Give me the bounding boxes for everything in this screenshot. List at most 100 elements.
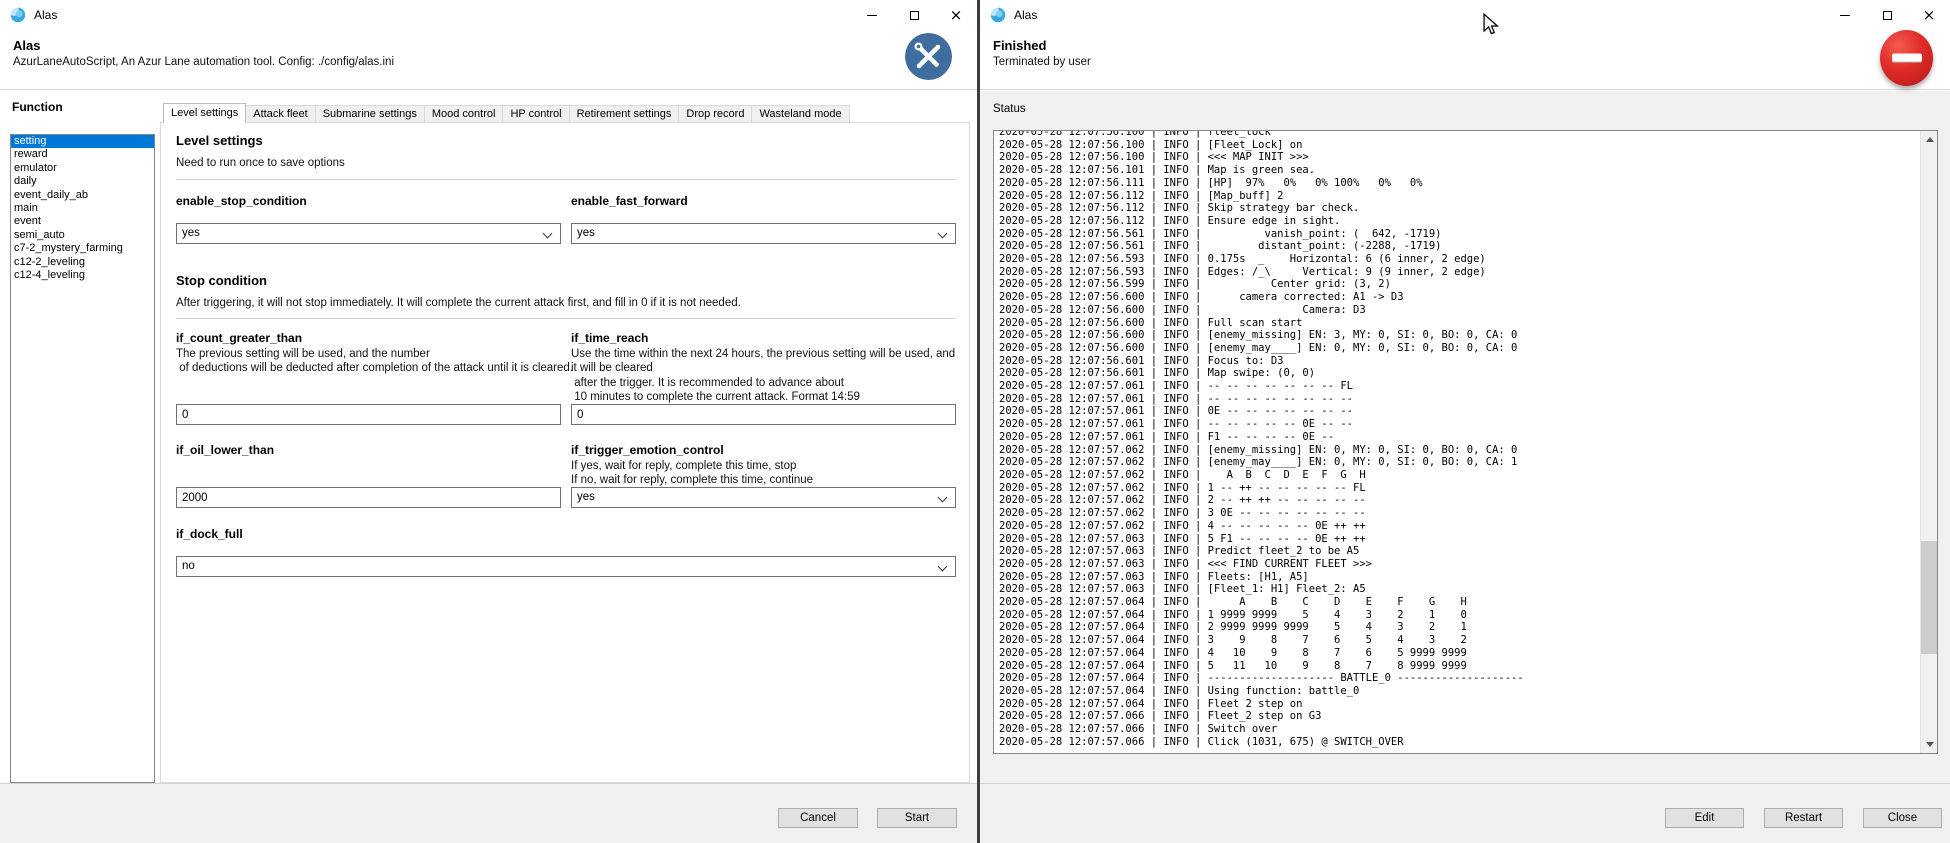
cancel-button[interactable]: Cancel — [778, 808, 858, 828]
log-line: 2020-05-28 12:07:56.111 | INFO | [HP] 97… — [999, 177, 1919, 190]
log-line: 2020-05-28 12:07:56.593 | INFO | Edges: … — [999, 266, 1919, 279]
screen: Alas × Alas AzurLaneAutoScript, An Azur … — [0, 0, 1950, 843]
function-list-item[interactable]: setting — [11, 135, 154, 148]
function-list-item[interactable]: c12-4_leveling — [11, 269, 154, 282]
function-list-item[interactable]: emulator — [11, 162, 154, 175]
status-log-box[interactable]: 2020-05-28 12:07:56.100 | INFO | fleet_l… — [993, 130, 1938, 754]
if-oil-lower-than-label: if_oil_lower_than — [176, 443, 274, 457]
log-line: 2020-05-28 12:07:57.066 | INFO | Fleet_2… — [999, 710, 1919, 723]
scrollbar-thumb[interactable] — [1921, 541, 1938, 654]
mouse-cursor — [1482, 13, 1500, 35]
log-line: 2020-05-28 12:07:56.600 | INFO | camera … — [999, 291, 1919, 304]
log-line: 2020-05-28 12:07:57.064 | INFO | 5 11 10… — [999, 660, 1919, 673]
function-list-item[interactable]: c12-2_leveling — [11, 256, 154, 269]
log-line: 2020-05-28 12:07:56.600 | INFO | [enemy_… — [999, 342, 1919, 355]
function-list-item[interactable]: event_daily_ab — [11, 189, 154, 202]
log-line: 2020-05-28 12:07:57.064 | INFO | 3 9 8 7… — [999, 634, 1919, 647]
function-list-item[interactable]: reward — [11, 148, 154, 161]
function-list-item[interactable]: daily — [11, 175, 154, 188]
left-window: Alas × Alas AzurLaneAutoScript, An Azur … — [0, 0, 977, 843]
chevron-down-icon — [938, 562, 948, 572]
log-line: 2020-05-28 12:07:57.062 | INFO | 2 -- ++… — [999, 494, 1919, 507]
if-time-reach-input[interactable] — [571, 404, 956, 425]
log-line: 2020-05-28 12:07:57.061 | INFO | F1 -- -… — [999, 431, 1919, 444]
enable-stop-condition-select[interactable]: yes — [176, 223, 561, 244]
window-title: Alas — [1014, 0, 1037, 30]
function-list-item[interactable]: main — [11, 202, 154, 215]
maximize-icon — [1883, 11, 1892, 20]
left-titlebar: Alas × — [0, 0, 977, 30]
tab[interactable]: Attack fleet — [246, 105, 315, 123]
close-icon: × — [1923, 8, 1936, 23]
log-line: 2020-05-28 12:07:57.063 | INFO | <<< FIN… — [999, 558, 1919, 571]
enable-fast-forward-label: enable_fast_forward — [571, 194, 688, 208]
right-window: Alas × Finished Terminated by user Statu… — [980, 0, 1950, 843]
tools-wrench-icon — [905, 33, 952, 80]
edit-button[interactable]: Edit — [1665, 808, 1744, 828]
if-trigger-emotion-control-label: if_trigger_emotion_control — [571, 443, 724, 457]
restart-button[interactable]: Restart — [1764, 808, 1843, 828]
log-line: 2020-05-28 12:07:57.066 | INFO | Click (… — [999, 736, 1919, 749]
section-title-level-settings: Level settings — [176, 133, 263, 148]
log-content: 2020-05-28 12:07:56.100 | INFO | fleet_l… — [999, 130, 1919, 748]
if-count-greater-than-input[interactable] — [176, 404, 561, 425]
settings-panel: Level settings Need to run once to save … — [160, 122, 970, 783]
app-title: Alas — [13, 38, 40, 53]
log-line: 2020-05-28 12:07:56.561 | INFO | vanish_… — [999, 228, 1919, 241]
log-line: 2020-05-28 12:07:57.064 | INFO | 2 9999 … — [999, 621, 1919, 634]
log-line: 2020-05-28 12:07:57.061 | INFO | -- -- -… — [999, 393, 1919, 406]
tab[interactable]: Drop record — [679, 105, 752, 123]
divider — [176, 179, 956, 180]
log-scrollbar[interactable] — [1920, 131, 1937, 753]
scroll-up-button[interactable] — [1921, 131, 1938, 148]
log-line: 2020-05-28 12:07:57.062 | INFO | [enemy_… — [999, 456, 1919, 469]
close-button[interactable]: × — [935, 0, 977, 30]
stop-sign-icon — [1880, 30, 1933, 86]
right-header: Finished Terminated by user — [980, 30, 1950, 90]
tab[interactable]: Mood control — [425, 105, 504, 123]
log-line: 2020-05-28 12:07:56.100 | INFO | fleet_l… — [999, 130, 1919, 139]
tab[interactable]: Wasteland mode — [752, 105, 849, 123]
tab[interactable]: Level settings — [163, 103, 246, 123]
close-button[interactable]: × — [1908, 0, 1950, 30]
function-listbox[interactable]: settingrewardemulatordailyevent_daily_ab… — [10, 134, 155, 783]
log-line: 2020-05-28 12:07:56.100 | INFO | [Fleet_… — [999, 139, 1919, 152]
function-list-item[interactable]: semi_auto — [11, 229, 154, 242]
log-line: 2020-05-28 12:07:57.062 | INFO | [enemy_… — [999, 444, 1919, 457]
if-dock-full-select[interactable]: no — [176, 556, 956, 577]
tab[interactable]: Retirement settings — [570, 105, 680, 123]
log-line: 2020-05-28 12:07:56.601 | INFO | Map swi… — [999, 367, 1919, 380]
log-line: 2020-05-28 12:07:57.062 | INFO | 3 0E --… — [999, 507, 1919, 520]
minimize-button[interactable] — [851, 0, 893, 30]
tab[interactable]: HP control — [503, 105, 569, 123]
right-footer: Edit Restart Close — [980, 783, 1950, 843]
alas-logo-icon — [990, 7, 1006, 23]
status-title: Finished — [993, 38, 1046, 53]
function-list-item[interactable]: event — [11, 215, 154, 228]
start-button[interactable]: Start — [877, 808, 957, 828]
if-time-reach-desc: Use the time within the next 24 hours, t… — [571, 347, 959, 404]
if-trigger-emotion-control-select[interactable]: yes — [571, 487, 956, 508]
log-line: 2020-05-28 12:07:57.064 | INFO | Using f… — [999, 685, 1919, 698]
chevron-down-icon — [543, 229, 553, 239]
section-desc-level-settings: Need to run once to save options — [176, 156, 345, 171]
log-line: 2020-05-28 12:07:57.064 | INFO | 1 9999 … — [999, 609, 1919, 622]
log-line: 2020-05-28 12:07:56.600 | INFO | Full sc… — [999, 317, 1919, 330]
close-dialog-button[interactable]: Close — [1863, 808, 1942, 828]
log-line: 2020-05-28 12:07:56.593 | INFO | 0.175s … — [999, 253, 1919, 266]
section-title-stop-condition: Stop condition — [176, 273, 267, 288]
tab[interactable]: Submarine settings — [316, 105, 425, 123]
scroll-down-button[interactable] — [1921, 736, 1938, 753]
chevron-down-icon — [938, 229, 948, 239]
maximize-button[interactable] — [1866, 0, 1908, 30]
enable-fast-forward-select[interactable]: yes — [571, 223, 956, 244]
if-count-greater-than-label: if_count_greater_than — [176, 331, 302, 345]
log-line: 2020-05-28 12:07:57.061 | INFO | -- -- -… — [999, 418, 1919, 431]
log-line: 2020-05-28 12:07:56.599 | INFO | Center … — [999, 278, 1919, 291]
if-trigger-emotion-control-desc: If yes, wait for reply, complete this ti… — [571, 459, 959, 488]
maximize-button[interactable] — [893, 0, 935, 30]
if-oil-lower-than-input[interactable] — [176, 487, 561, 508]
function-list-item[interactable]: c7-2_mystery_farming — [11, 242, 154, 255]
if-time-reach-label: if_time_reach — [571, 331, 648, 345]
minimize-button[interactable] — [1824, 0, 1866, 30]
